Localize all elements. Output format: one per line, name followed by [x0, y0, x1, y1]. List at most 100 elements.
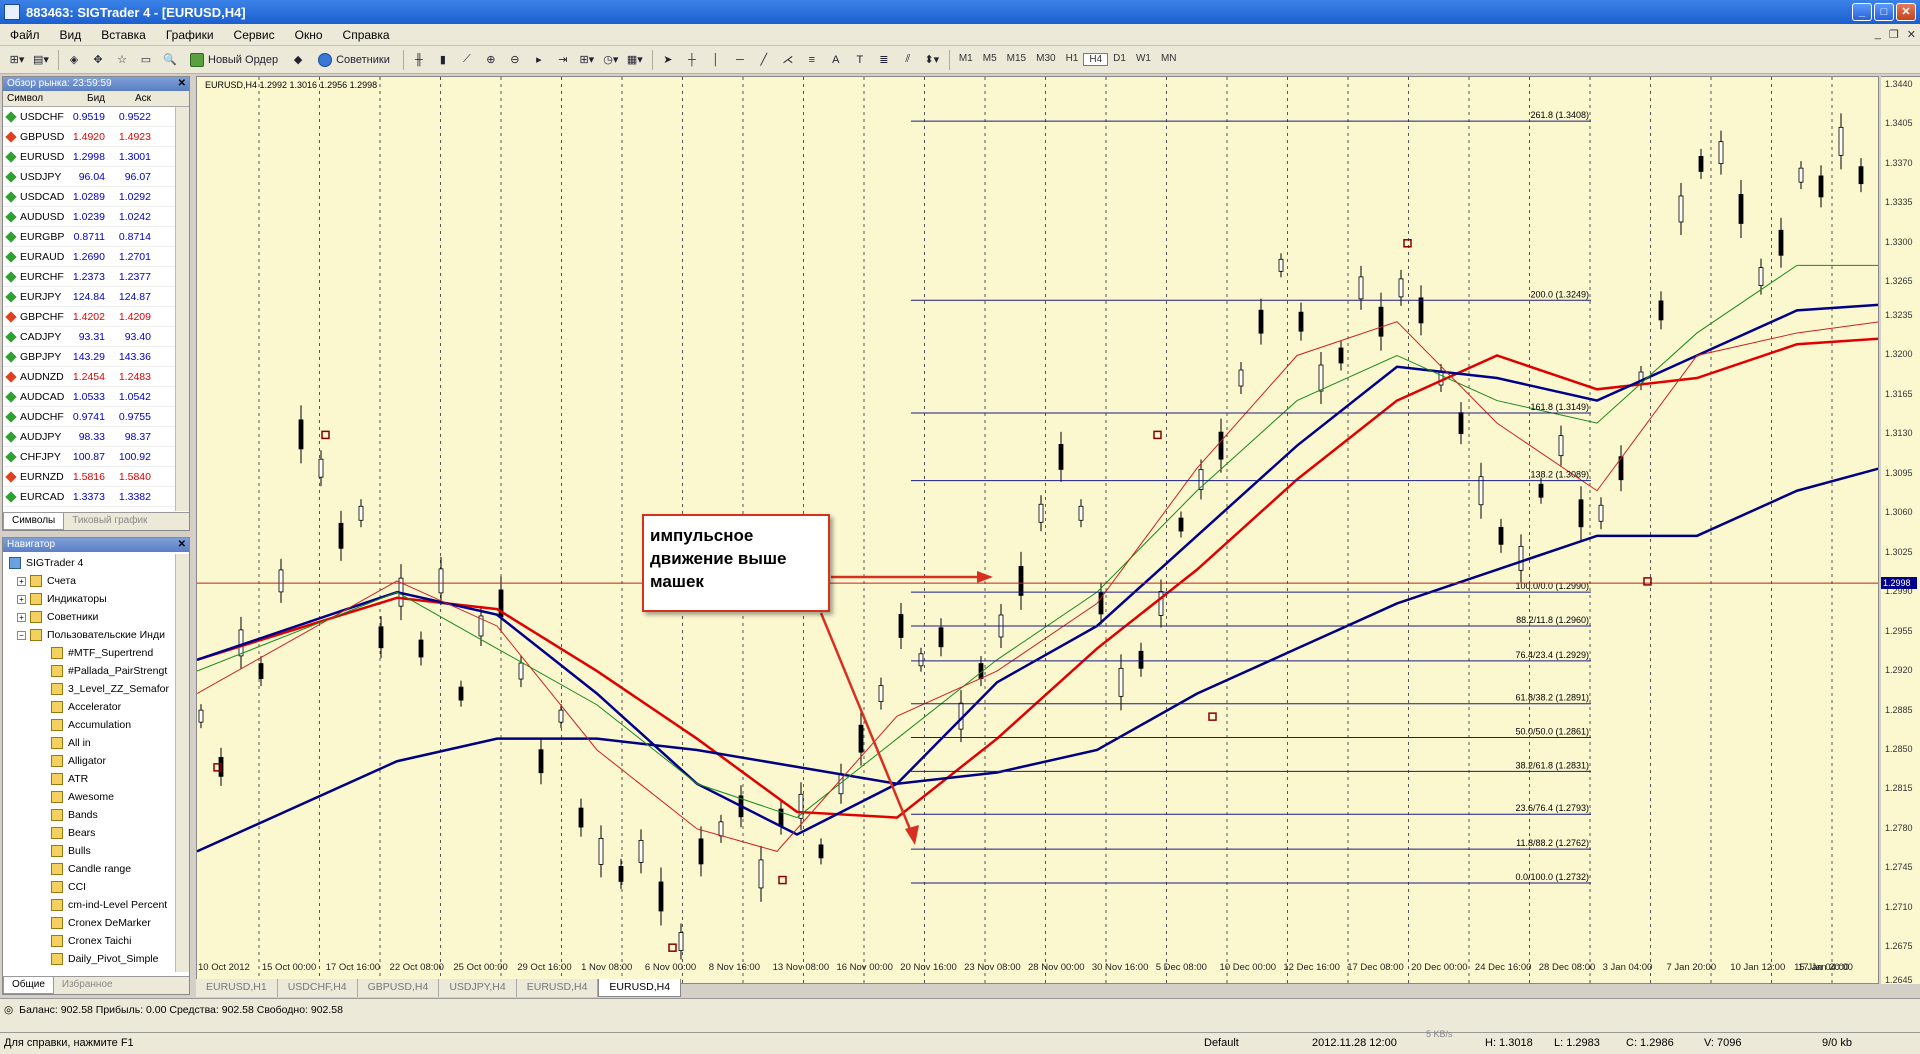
bar-chart-icon[interactable]: ╫	[408, 49, 430, 71]
arrows-icon[interactable]: ⬍▾	[921, 49, 943, 71]
market-row[interactable]: EURCAD 1.3373 1.3382	[3, 487, 189, 507]
tester-icon[interactable]: 🔍	[159, 49, 181, 71]
chart-tab[interactable]: USDCHF,H4	[278, 979, 358, 997]
price-chart[interactable]: 261.8 (1.3408) 200.0 (1.3249) 161.8 (1.314…	[196, 76, 1879, 984]
nav-indicator[interactable]: Bulls	[9, 842, 189, 860]
expand-icon[interactable]: +	[17, 594, 26, 604]
chart-tab[interactable]: USDJPY,H4	[439, 979, 517, 997]
col-ask[interactable]: Аск	[109, 91, 155, 106]
market-row[interactable]: AUDCHF 0.9741 0.9755	[3, 407, 189, 427]
templates-icon[interactable]: ▦▾	[624, 49, 646, 71]
market-watch-scrollbar[interactable]	[175, 107, 189, 511]
time-axis[interactable]: 10 Oct 2012 15 Oct 00:00 17 Oct 16:00 22 Oc…	[196, 959, 1879, 977]
timeframe-m1[interactable]: M1	[954, 53, 978, 66]
nav-indicator[interactable]: Alligator	[9, 752, 189, 770]
market-row[interactable]: GBPJPY 143.29 143.36	[3, 347, 189, 367]
label-icon[interactable]: T	[849, 49, 871, 71]
market-row[interactable]: GBPCHF 1.4202 1.4209	[3, 307, 189, 327]
expand-icon[interactable]: −	[17, 630, 26, 640]
chart-tab[interactable]: EURUSD,H4	[598, 979, 682, 997]
market-row[interactable]: EURCHF 1.2373 1.2377	[3, 267, 189, 287]
menu-item[interactable]: Графики	[156, 28, 224, 42]
tab-common[interactable]: Общие	[3, 977, 54, 994]
expand-icon[interactable]: +	[17, 576, 26, 586]
market-row[interactable]: USDCAD 1.0289 1.0292	[3, 187, 189, 207]
nav-indicator[interactable]: Cronex Taichi	[9, 932, 189, 950]
nav-indicator[interactable]: Accumulation	[9, 716, 189, 734]
zoom-out-icon[interactable]: ⊖	[504, 49, 526, 71]
market-row[interactable]: EURAUD 1.2690 1.2701	[3, 247, 189, 267]
cursor-icon[interactable]: ➤	[657, 49, 679, 71]
zoom-in-icon[interactable]: ⊕	[480, 49, 502, 71]
mdi-minimize-icon[interactable]: _	[1875, 28, 1881, 41]
channel-icon[interactable]: ≡	[801, 49, 823, 71]
nav-indicator[interactable]: Daily_Pivot_Simple	[9, 950, 189, 968]
market-row[interactable]: CADJPY 93.31 93.40	[3, 327, 189, 347]
nav-indicator[interactable]: #Pallada_PairStrengt	[9, 662, 189, 680]
market-row[interactable]: GBPUSD 1.4920 1.4923	[3, 127, 189, 147]
timeframe-d1[interactable]: D1	[1108, 53, 1131, 66]
price-axis[interactable]: 1.3440 1.3405 1.3370 1.3335 1.3300 1.3265 1.32…	[1881, 76, 1920, 985]
mdi-restore-icon[interactable]: ❐	[1889, 28, 1899, 41]
nav-group[interactable]: + Индикаторы	[9, 590, 189, 608]
market-row[interactable]: CHFJPY 100.87 100.92	[3, 447, 189, 467]
indicators-icon[interactable]: ⊞▾	[576, 49, 598, 71]
nav-indicator[interactable]: All in	[9, 734, 189, 752]
chart-annotation[interactable]: импульсное движение выше машек	[642, 514, 830, 612]
nav-indicator[interactable]: Bands	[9, 806, 189, 824]
gann-icon[interactable]: ⫽	[897, 49, 919, 71]
tab-tick-chart[interactable]: Тиковый график	[64, 513, 155, 530]
periods-icon[interactable]: ◷▾	[600, 49, 622, 71]
nav-root[interactable]: SIGTrader 4	[9, 554, 189, 572]
navigator-icon[interactable]: ☆	[111, 49, 133, 71]
nav-indicator[interactable]: Bears	[9, 824, 189, 842]
timeframe-h4[interactable]: H4	[1083, 53, 1109, 66]
navigator-scrollbar[interactable]	[175, 554, 189, 972]
mdi-close-icon[interactable]: ✕	[1907, 28, 1916, 41]
market-row[interactable]: USDJPY 96.04 96.07	[3, 167, 189, 187]
data-window-icon[interactable]: ✥	[87, 49, 109, 71]
market-row[interactable]: AUDJPY 98.33 98.37	[3, 427, 189, 447]
market-row[interactable]: AUDCAD 1.0533 1.0542	[3, 387, 189, 407]
candle-chart-icon[interactable]: ▮	[432, 49, 454, 71]
market-row[interactable]: AUDNZD 1.2454 1.2483	[3, 367, 189, 387]
nav-indicator[interactable]: CCI	[9, 878, 189, 896]
chart-tab[interactable]: GBPUSD,H4	[358, 979, 440, 997]
menu-item[interactable]: Вид	[50, 28, 92, 42]
market-row[interactable]: AUDUSD 1.0239 1.0242	[3, 207, 189, 227]
timeframe-m30[interactable]: M30	[1031, 53, 1060, 66]
fan-icon[interactable]: ⋌	[777, 49, 799, 71]
timeframe-mn[interactable]: MN	[1156, 53, 1182, 66]
expand-icon[interactable]: +	[17, 612, 26, 622]
nav-indicator[interactable]: Awesome	[9, 788, 189, 806]
tab-favorites[interactable]: Избранное	[54, 977, 121, 994]
close-button[interactable]: ✕	[1896, 3, 1916, 21]
col-symbol[interactable]: Символ	[3, 91, 69, 106]
vertical-line-icon[interactable]: │	[705, 49, 727, 71]
maximize-button[interactable]: □	[1874, 3, 1894, 21]
chart-canvas[interactable]: 261.8 (1.3408) 200.0 (1.3249) 161.8 (1.314…	[197, 77, 1879, 984]
crosshair-icon[interactable]: ┼	[681, 49, 703, 71]
profiles-icon[interactable]: ▤▾	[30, 49, 52, 71]
nav-indicator[interactable]: 3_Level_ZZ_Semafor	[9, 680, 189, 698]
nav-indicator[interactable]: ATR	[9, 770, 189, 788]
nav-indicator[interactable]: #MTF_Supertrend	[9, 644, 189, 662]
horizontal-line-icon[interactable]: ─	[729, 49, 751, 71]
terminal-icon[interactable]: ▭	[135, 49, 157, 71]
nav-indicator[interactable]: cm-ind-Level Percent	[9, 896, 189, 914]
chart-tab[interactable]: EURUSD,H1	[196, 979, 278, 997]
close-icon[interactable]: ✕	[178, 77, 186, 91]
tab-symbols[interactable]: Символы	[3, 513, 65, 530]
fibo-icon[interactable]: ≣	[873, 49, 895, 71]
menu-item[interactable]: Файл	[0, 28, 50, 42]
market-row[interactable]: EURJPY 124.84 124.87	[3, 287, 189, 307]
nav-indicator[interactable]: Candle range	[9, 860, 189, 878]
market-row[interactable]: USDCHF 0.9519 0.9522	[3, 107, 189, 127]
market-row[interactable]: EURNZD 1.5816 1.5840	[3, 467, 189, 487]
nav-indicator[interactable]: Accelerator	[9, 698, 189, 716]
new-chart-icon[interactable]: ⊞▾	[6, 49, 28, 71]
trendline-icon[interactable]: ╱	[753, 49, 775, 71]
chart-tab[interactable]: EURUSD,H4	[517, 979, 599, 997]
menu-item[interactable]: Справка	[333, 28, 400, 42]
menu-item[interactable]: Окно	[285, 28, 333, 42]
